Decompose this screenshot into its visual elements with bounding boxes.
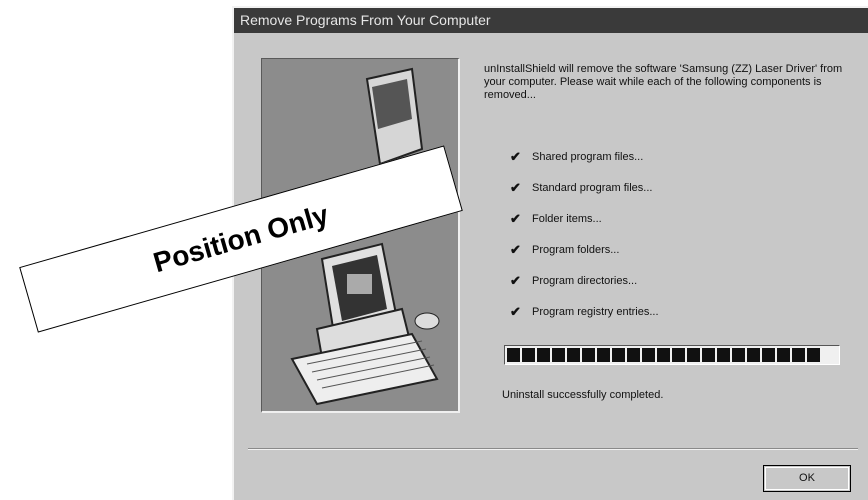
status-text: Uninstall successfully completed. bbox=[502, 389, 664, 401]
step-label: Program registry entries... bbox=[532, 305, 659, 318]
checkmark-icon: ✔ bbox=[510, 210, 521, 226]
dialog-title: Remove Programs From Your Computer bbox=[234, 8, 868, 33]
progress-block bbox=[747, 348, 760, 362]
progress-block bbox=[777, 348, 790, 362]
progress-block bbox=[582, 348, 595, 362]
component-list: ✔ Shared program files... ✔ Standard pro… bbox=[510, 141, 810, 327]
list-item: ✔ Program registry entries... bbox=[510, 296, 810, 327]
progress-block bbox=[702, 348, 715, 362]
step-label: Program directories... bbox=[532, 274, 638, 287]
list-item: ✔ Folder items... bbox=[510, 203, 810, 234]
progress-block bbox=[732, 348, 745, 362]
progress-block bbox=[567, 348, 580, 362]
step-label: Program folders... bbox=[532, 243, 620, 256]
checkmark-icon: ✔ bbox=[510, 272, 521, 288]
progress-block bbox=[717, 348, 730, 362]
step-label: Standard program files... bbox=[532, 181, 653, 194]
checkmark-icon: ✔ bbox=[510, 241, 521, 257]
progress-block bbox=[627, 348, 640, 362]
divider bbox=[248, 448, 858, 450]
progress-block bbox=[672, 348, 685, 362]
checkmark-icon: ✔ bbox=[510, 179, 521, 195]
progress-block bbox=[687, 348, 700, 362]
progress-block bbox=[537, 348, 550, 362]
progress-block bbox=[597, 348, 610, 362]
list-item: ✔ Shared program files... bbox=[510, 141, 810, 172]
list-item: ✔ Program folders... bbox=[510, 234, 810, 265]
progress-block bbox=[657, 348, 670, 362]
step-label: Shared program files... bbox=[532, 150, 644, 163]
progress-block bbox=[762, 348, 775, 362]
checkmark-icon: ✔ bbox=[510, 148, 521, 164]
progress-block bbox=[807, 348, 820, 362]
list-item: ✔ Program directories... bbox=[510, 265, 810, 296]
progress-block bbox=[612, 348, 625, 362]
progress-block bbox=[552, 348, 565, 362]
progress-block bbox=[507, 348, 520, 362]
uninstall-message: unInstallShield will remove the software… bbox=[484, 63, 843, 101]
checkmark-icon: ✔ bbox=[510, 303, 521, 319]
ok-button[interactable]: OK bbox=[763, 465, 851, 492]
uninstall-dialog: Remove Programs From Your Computer unIns… bbox=[232, 6, 868, 500]
progress-block bbox=[642, 348, 655, 362]
progress-block bbox=[792, 348, 805, 362]
list-item: ✔ Standard program files... bbox=[510, 172, 810, 203]
progress-block bbox=[522, 348, 535, 362]
progress-bar bbox=[504, 345, 840, 365]
step-label: Folder items... bbox=[532, 212, 602, 225]
